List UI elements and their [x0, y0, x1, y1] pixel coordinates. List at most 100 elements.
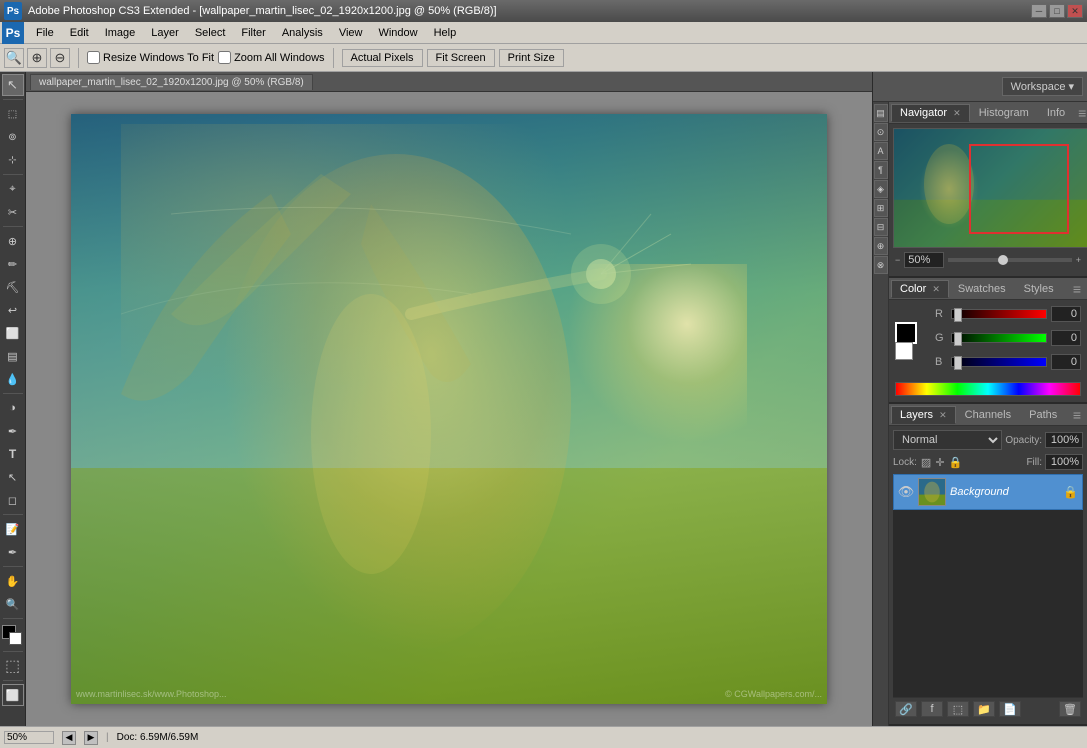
notes-tool[interactable]: 📝 — [2, 518, 24, 540]
panel-rail-btn-2[interactable]: ⊙ — [874, 123, 888, 141]
panel-rail-btn-7[interactable]: ⊟ — [874, 218, 888, 236]
brush-tool[interactable]: ✏ — [2, 253, 24, 275]
menu-view[interactable]: View — [331, 25, 371, 41]
fit-screen-button[interactable]: Fit Screen — [427, 49, 495, 67]
dodge-tool[interactable]: ◑ — [2, 397, 24, 419]
lasso-tool[interactable]: ⊚ — [2, 126, 24, 148]
menu-layer[interactable]: Layer — [143, 25, 187, 41]
background-swatch[interactable] — [895, 342, 913, 360]
color-close-icon[interactable]: ✕ — [932, 284, 940, 294]
minimize-button[interactable]: ─ — [1031, 4, 1047, 18]
gradient-tool[interactable]: ▤ — [2, 345, 24, 367]
table-row[interactable]: 👁 Background 🔒 — [893, 474, 1083, 510]
stamp-tool[interactable]: ⛏ — [2, 276, 24, 298]
shape-tool[interactable]: ◻ — [2, 489, 24, 511]
resize-windows-checkbox[interactable] — [87, 51, 100, 64]
blend-mode-select[interactable]: Normal — [893, 430, 1002, 450]
zoom-out-button[interactable]: ⊖ — [50, 48, 70, 68]
resize-windows-option[interactable]: Resize Windows To Fit — [87, 51, 214, 64]
eyedropper-tool[interactable]: ✒ — [2, 541, 24, 563]
actual-pixels-button[interactable]: Actual Pixels — [342, 49, 423, 67]
history-tool[interactable]: ↩ — [2, 299, 24, 321]
color-spectrum-bar[interactable] — [895, 382, 1081, 396]
panel-rail-btn-4[interactable]: ¶ — [874, 161, 888, 179]
navigator-close-icon[interactable]: ✕ — [953, 108, 961, 118]
eraser-tool[interactable]: ⬜ — [2, 322, 24, 344]
background-color[interactable] — [9, 632, 22, 645]
lock-move-icon[interactable]: ✛ — [935, 456, 944, 469]
zoom-tool-button[interactable]: 🔍 — [4, 48, 24, 68]
tab-layers[interactable]: Layers ✕ — [891, 406, 956, 424]
panel-rail-btn-6[interactable]: ⊞ — [874, 199, 888, 217]
tab-color[interactable]: Color ✕ — [891, 280, 949, 298]
delete-layer-button[interactable]: 🗑 — [1059, 701, 1081, 717]
lock-all-icon[interactable]: 🔒 — [949, 456, 963, 469]
new-layer-button[interactable]: 📄 — [999, 701, 1021, 717]
panel-rail-btn-1[interactable]: ▤ — [874, 104, 888, 122]
opacity-value[interactable] — [1045, 432, 1083, 448]
maximize-button[interactable]: □ — [1049, 4, 1065, 18]
panel-rail-btn-9[interactable]: ⊗ — [874, 256, 888, 274]
hand-tool[interactable]: ✋ — [2, 570, 24, 592]
path-select-tool[interactable]: ↖ — [2, 466, 24, 488]
lock-pixels-icon[interactable]: ▨ — [921, 456, 931, 469]
menu-analysis[interactable]: Analysis — [274, 25, 331, 41]
canvas-tab-item[interactable]: wallpaper_martin_lisec_02_1920x1200.jpg … — [30, 74, 313, 90]
channel-r-slider[interactable] — [951, 309, 1047, 319]
zoom-all-option[interactable]: Zoom All Windows — [218, 51, 324, 64]
tab-navigator[interactable]: Navigator ✕ — [891, 104, 970, 122]
panel-rail-btn-3[interactable]: A — [874, 142, 888, 160]
status-zoom-input[interactable] — [4, 731, 54, 744]
menu-image[interactable]: Image — [97, 25, 144, 41]
pen-tool[interactable]: ✒ — [2, 420, 24, 442]
tab-channels[interactable]: Channels — [956, 406, 1020, 424]
add-style-button[interactable]: f — [921, 701, 943, 717]
zoom-all-checkbox[interactable] — [218, 51, 231, 64]
channel-g-slider[interactable] — [951, 333, 1047, 343]
tab-histogram[interactable]: Histogram — [970, 104, 1038, 122]
layers-close-icon[interactable]: ✕ — [939, 410, 947, 420]
menu-help[interactable]: Help — [426, 25, 465, 41]
crop-tool[interactable]: ⌖ — [2, 178, 24, 200]
tab-paths[interactable]: Paths — [1020, 406, 1066, 424]
panel-rail-btn-5[interactable]: ◈ — [874, 180, 888, 198]
menu-edit[interactable]: Edit — [62, 25, 97, 41]
menu-select[interactable]: Select — [187, 25, 234, 41]
canvas-content[interactable]: www.martinlisec.sk/www.Photoshop... © CG… — [26, 92, 872, 726]
canvas-next-button[interactable]: ▶ — [84, 731, 98, 745]
blur-tool[interactable]: 💧 — [2, 368, 24, 390]
layer-visibility-icon[interactable]: 👁 — [898, 484, 914, 500]
color-panel-menu-icon[interactable]: ≡ — [1069, 281, 1085, 297]
panel-rail-btn-8[interactable]: ⊕ — [874, 237, 888, 255]
tab-styles[interactable]: Styles — [1015, 280, 1063, 298]
channel-b-value[interactable] — [1051, 354, 1081, 370]
nav-zoom-input[interactable] — [904, 252, 944, 268]
menu-file[interactable]: File — [28, 25, 62, 41]
add-mask-button[interactable]: ⬚ — [947, 701, 969, 717]
print-size-button[interactable]: Print Size — [499, 49, 564, 67]
quick-select-tool[interactable]: ⊹ — [2, 149, 24, 171]
channel-r-value[interactable] — [1051, 306, 1081, 322]
menu-filter[interactable]: Filter — [233, 25, 273, 41]
fill-value[interactable] — [1045, 454, 1083, 470]
close-button[interactable]: ✕ — [1067, 4, 1083, 18]
move-tool[interactable]: ↖ — [2, 74, 24, 96]
add-link-button[interactable]: 🔗 — [895, 701, 917, 717]
new-group-button[interactable]: 📁 — [973, 701, 995, 717]
tab-info[interactable]: Info — [1038, 104, 1074, 122]
navigator-panel-menu-icon[interactable]: ≡ — [1074, 105, 1087, 121]
menu-window[interactable]: Window — [370, 25, 425, 41]
layers-panel-menu-icon[interactable]: ≡ — [1069, 407, 1085, 423]
foreground-background-colors[interactable] — [2, 625, 24, 645]
healing-tool[interactable]: ⊕ — [2, 230, 24, 252]
workspace-button[interactable]: Workspace ▾ — [1002, 77, 1083, 96]
channel-g-value[interactable] — [1051, 330, 1081, 346]
zoom-in-button[interactable]: ⊕ — [27, 48, 47, 68]
foreground-swatch[interactable] — [895, 322, 917, 344]
canvas-prev-button[interactable]: ◀ — [62, 731, 76, 745]
marquee-tool[interactable]: ⬚ — [2, 103, 24, 125]
screen-mode-button[interactable]: ⬜ — [2, 684, 24, 706]
quick-mask-button[interactable]: ⬚ — [2, 655, 24, 677]
zoom-tool[interactable]: 🔍 — [2, 593, 24, 615]
zoom-slider[interactable] — [948, 258, 1071, 262]
